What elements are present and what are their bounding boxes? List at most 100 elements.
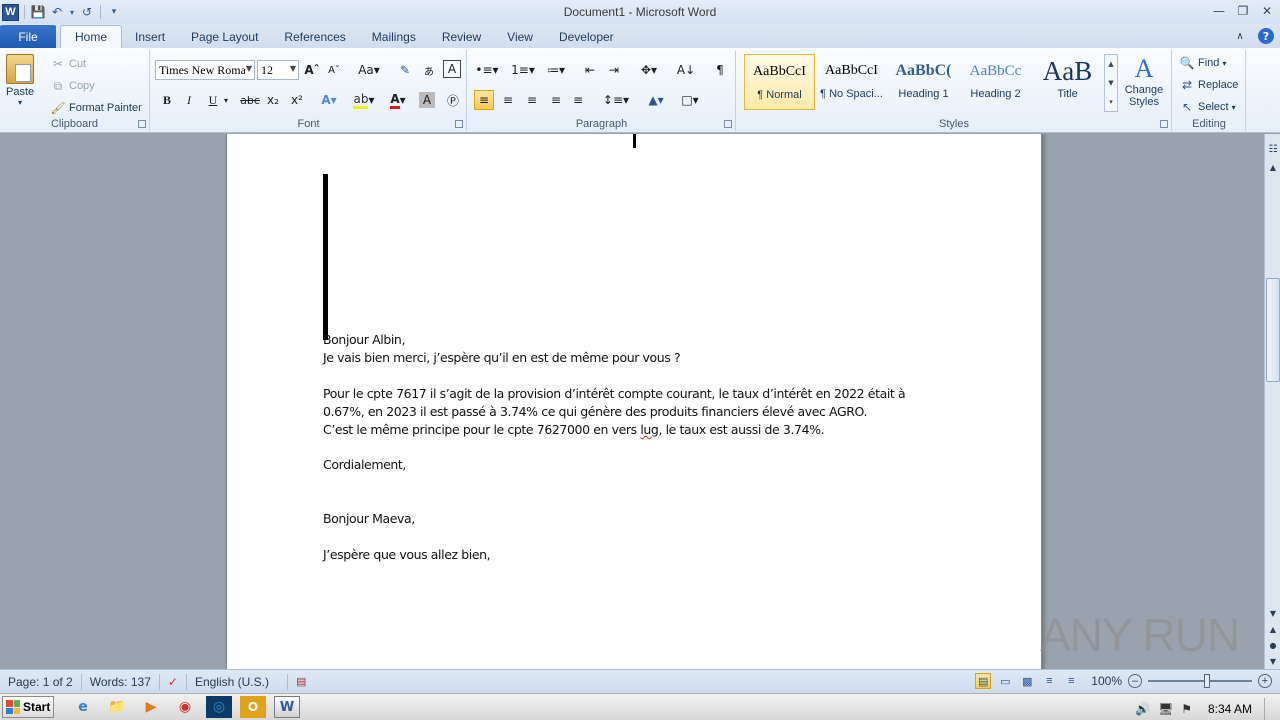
align-right-icon[interactable]: ≡	[522, 90, 542, 110]
customize-qat-icon[interactable]: ▾	[106, 4, 122, 20]
tab-references[interactable]: References	[271, 25, 358, 48]
asian-layout-icon[interactable]: ✥▾	[636, 60, 662, 80]
change-case-icon[interactable]: Aa▾	[354, 60, 384, 80]
styles-dialog-launcher-icon[interactable]	[1160, 120, 1168, 128]
undo-dropdown-icon[interactable]: ▾	[68, 4, 76, 20]
clear-formatting-icon[interactable]: ✎	[395, 60, 415, 80]
minimize-ribbon-icon[interactable]: ∧	[1232, 28, 1248, 44]
full-screen-reading-icon[interactable]: ▭	[997, 673, 1013, 689]
zoom-level[interactable]: 100%	[1091, 674, 1122, 688]
styles-scroll-up-icon[interactable]: ▲	[1108, 60, 1113, 68]
underline-icon[interactable]: U	[203, 90, 223, 110]
character-shading-icon[interactable]: A	[419, 92, 435, 108]
save-icon[interactable]: 💾	[30, 4, 46, 20]
clock[interactable]: 8:34 AM	[1208, 702, 1252, 716]
zoom-slider[interactable]	[1148, 674, 1252, 688]
show-desktop-button[interactable]	[1264, 698, 1274, 720]
previous-page-icon[interactable]: ▲	[1266, 622, 1280, 636]
font-color-icon[interactable]: A ▾	[385, 90, 411, 110]
paste-button[interactable]: Paste ▾	[6, 54, 34, 107]
help-icon[interactable]: ?	[1258, 28, 1274, 44]
distributed-icon[interactable]: ≡	[568, 90, 588, 110]
style-normal[interactable]: AaBbCcI ¶ Normal	[744, 54, 815, 110]
style-heading-2[interactable]: AaBbCc Heading 2	[960, 54, 1031, 110]
outline-icon[interactable]: ≡	[1041, 673, 1057, 689]
numbering-icon[interactable]: 1≡▾	[508, 60, 538, 80]
style-title[interactable]: AaB Title	[1032, 54, 1103, 110]
format-painter-button[interactable]: 🖌 Format Painter	[50, 100, 141, 116]
web-layout-icon[interactable]: ▩	[1019, 673, 1035, 689]
word-count[interactable]: Words: 137	[82, 673, 160, 690]
superscript-icon[interactable]: x²	[287, 90, 307, 110]
action-center-flag-icon[interactable]: ⚑	[1181, 702, 1192, 716]
copy-button[interactable]: ⧉ Copy	[50, 78, 95, 94]
styles-scroll-down-icon[interactable]: ▼	[1108, 79, 1113, 87]
tab-file[interactable]: File	[0, 25, 56, 48]
scroll-up-icon[interactable]: ▲	[1266, 160, 1280, 174]
zoom-in-icon[interactable]: +	[1258, 674, 1272, 688]
style-no-spacing[interactable]: AaBbCcI ¶ No Spaci...	[816, 54, 887, 110]
bullets-icon[interactable]: •≡▾	[474, 60, 500, 80]
vertical-scrollbar[interactable]: ☷ ▲ ▼ ▲ ● ▼	[1264, 134, 1280, 669]
document-page[interactable]: Bonjour Albin, Je vais bien merci, j’esp…	[226, 134, 1042, 669]
undo-icon[interactable]: ↶	[49, 4, 65, 20]
browse-object-icon[interactable]: ●	[1266, 638, 1280, 652]
enclose-characters-icon[interactable]: Ⓟ	[443, 90, 463, 110]
align-center-icon[interactable]: ≡	[498, 90, 518, 110]
shading-icon[interactable]: ▲▾	[642, 90, 670, 110]
start-button[interactable]: Start	[2, 696, 54, 718]
draft-icon[interactable]: ≡	[1063, 673, 1079, 689]
font-name-dropdown-icon[interactable]: ▼	[246, 64, 252, 73]
decrease-indent-icon[interactable]: ⇤	[580, 60, 600, 80]
outlook-icon[interactable]: O	[240, 696, 266, 718]
misspelled-word[interactable]: lug	[640, 422, 659, 437]
font-size-combo[interactable]: 12 ▼	[257, 60, 299, 80]
paste-dropdown-icon[interactable]: ▾	[18, 99, 22, 107]
proofing-status[interactable]: ✓	[160, 673, 187, 690]
scroll-thumb[interactable]	[1266, 278, 1280, 382]
tab-page-layout[interactable]: Page Layout	[178, 25, 271, 48]
close-icon[interactable]: ✕	[1258, 2, 1276, 20]
word-app-icon[interactable]: W	[2, 3, 19, 21]
find-dropdown-icon[interactable]: ▾	[1222, 59, 1226, 68]
italic-icon[interactable]: I	[179, 90, 199, 110]
increase-indent-icon[interactable]: ⇥	[604, 60, 624, 80]
select-dropdown-icon[interactable]: ▾	[1232, 103, 1236, 112]
zoom-slider-handle[interactable]	[1204, 674, 1210, 688]
multilevel-list-icon[interactable]: ≔▾	[542, 60, 570, 80]
chrome-icon[interactable]: ◉	[172, 696, 198, 718]
subscript-icon[interactable]: x₂	[263, 90, 283, 110]
paragraph-dialog-launcher-icon[interactable]	[724, 120, 732, 128]
clipboard-dialog-launcher-icon[interactable]	[138, 120, 146, 128]
print-layout-icon[interactable]: ▤	[975, 673, 992, 689]
replace-button[interactable]: ⇄ Replace	[1179, 77, 1238, 93]
ruler-toggle-icon[interactable]: ☷	[1266, 142, 1280, 156]
show-paragraph-marks-icon[interactable]: ¶	[710, 60, 730, 80]
macro-recording[interactable]: ▤	[288, 674, 314, 690]
tab-insert[interactable]: Insert	[122, 25, 178, 48]
minimize-icon[interactable]: —	[1210, 2, 1228, 20]
font-dialog-launcher-icon[interactable]	[455, 120, 463, 128]
tab-review[interactable]: Review	[429, 25, 494, 48]
font-name-combo[interactable]: Times New Roma ▼	[155, 60, 255, 80]
style-heading-1[interactable]: AaBbC( Heading 1	[888, 54, 959, 110]
underline-dropdown-icon[interactable]: ▾	[221, 90, 231, 110]
bold-icon[interactable]: B	[157, 90, 177, 110]
edge-icon[interactable]: ◎	[206, 696, 232, 718]
align-left-icon[interactable]: ≡	[474, 90, 494, 110]
cut-button[interactable]: ✂ Cut	[50, 56, 86, 72]
strikethrough-icon[interactable]: abc	[237, 90, 263, 110]
tab-view[interactable]: View	[494, 25, 546, 48]
grow-font-icon[interactable]: Aˆ	[302, 60, 322, 80]
justify-icon[interactable]: ≡	[546, 90, 566, 110]
file-explorer-icon[interactable]: 📁	[104, 696, 130, 718]
tab-developer[interactable]: Developer	[546, 25, 627, 48]
phonetic-guide-icon[interactable]: あ	[419, 60, 439, 80]
character-border-icon[interactable]: A	[443, 60, 461, 78]
styles-more-icon[interactable]: ▾	[1109, 98, 1113, 106]
redo-icon[interactable]: ↺	[79, 4, 95, 20]
zoom-out-icon[interactable]: –	[1128, 674, 1142, 688]
page-count[interactable]: Page: 1 of 2	[0, 673, 82, 690]
volume-icon[interactable]: 🔊	[1135, 702, 1150, 716]
scroll-down-icon[interactable]: ▼	[1266, 606, 1280, 620]
